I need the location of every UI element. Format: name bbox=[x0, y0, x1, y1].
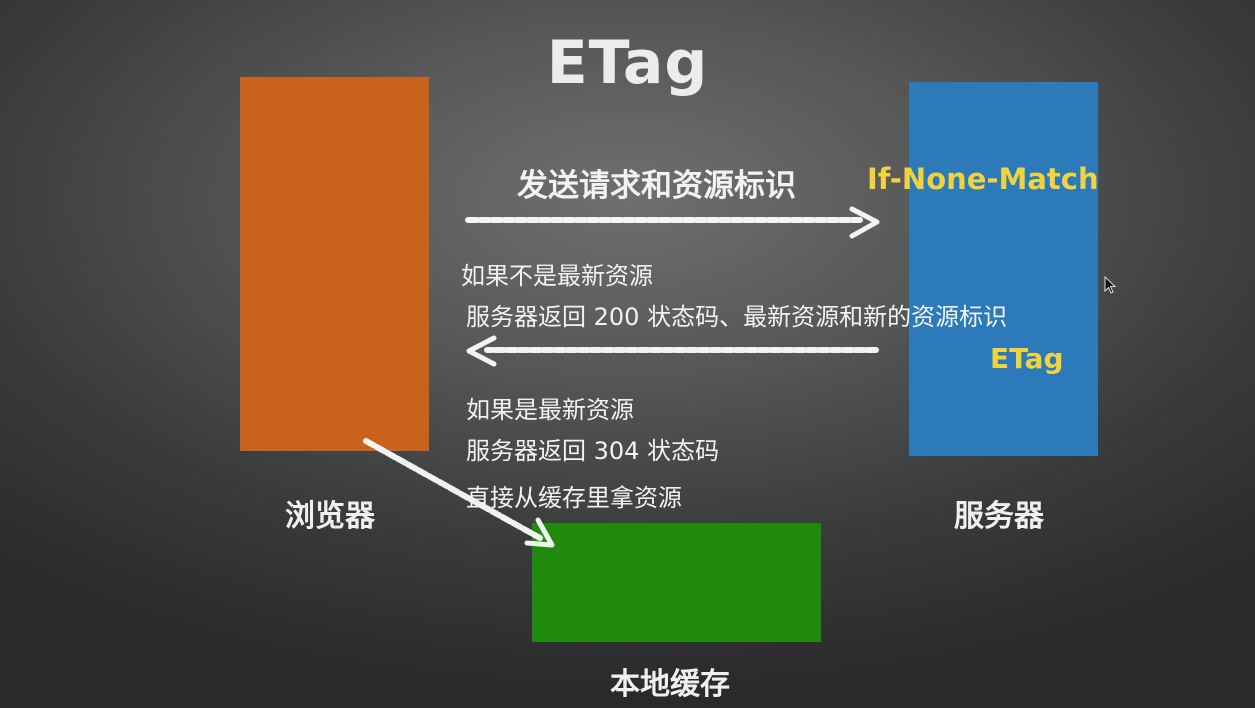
browser-label: 浏览器 bbox=[285, 499, 375, 534]
request-arrow bbox=[465, 206, 880, 239]
modified-response: 服务器返回 200 状态码、最新资源和新的资源标识 bbox=[466, 303, 1008, 331]
server-label: 服务器 bbox=[954, 499, 1044, 534]
not-modified-condition: 如果是最新资源 bbox=[466, 396, 634, 424]
mouse-cursor-icon bbox=[1104, 276, 1117, 294]
if-none-match-header: If-None-Match bbox=[867, 162, 1099, 196]
use-cache-note: 直接从缓存里拿资源 bbox=[466, 484, 682, 512]
etag-header: ETag bbox=[990, 342, 1064, 375]
modified-condition: 如果不是最新资源 bbox=[461, 262, 653, 290]
response-arrow bbox=[466, 335, 879, 367]
request-label: 发送请求和资源标识 bbox=[517, 168, 796, 204]
not-modified-response: 服务器返回 304 状态码 bbox=[466, 437, 720, 465]
local-cache-label: 本地缓存 bbox=[610, 667, 730, 702]
arrows-layer bbox=[363, 206, 880, 548]
